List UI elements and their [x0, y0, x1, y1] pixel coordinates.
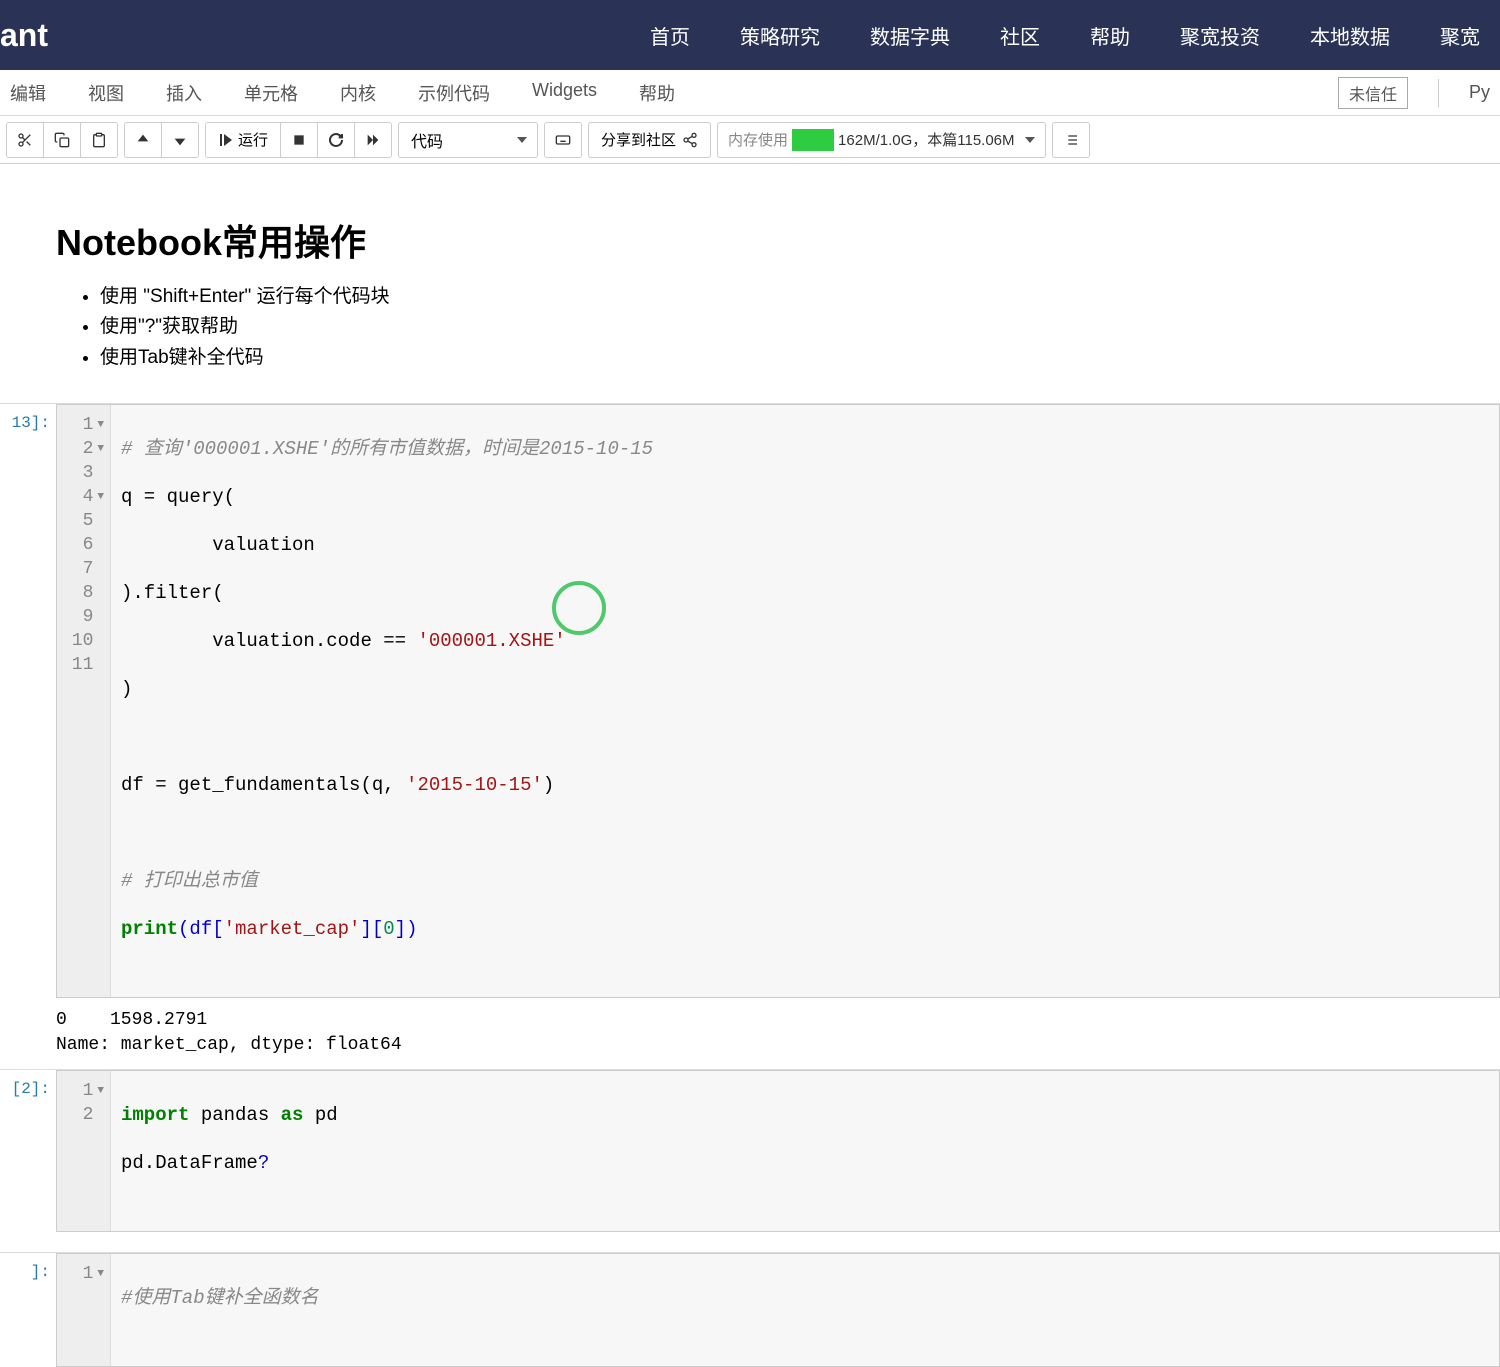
cell-output-1: 0 1598.2791 Name: market_cap, dtype: flo…	[0, 998, 1500, 1068]
nav-local-data[interactable]: 本地数据	[1310, 21, 1390, 50]
menu-bar: 编辑 视图 插入 单元格 内核 示例代码 Widgets 帮助 未信任 Py	[0, 70, 1500, 116]
menu-right: 未信任 Py	[1338, 77, 1490, 109]
run-all-button[interactable]	[355, 123, 391, 157]
code-area[interactable]: 1▼ 2▼ import pandas as pd pd.DataFrame?	[56, 1070, 1500, 1232]
code-area[interactable]: 1▼ 2▼ 3▼ 4▼ 5▼ 6▼ 7▼ 8▼ 9▼ 10▼ 11▼ # 查询'…	[56, 404, 1500, 998]
md-item-2: 使用"?"获取帮助	[100, 312, 1500, 342]
cell-type-select[interactable]: 代码	[398, 122, 538, 158]
toolbar: 运行 代码 分享到社区 内存使用 162M/1.0G，本篇115.06M	[0, 116, 1500, 164]
clipboard-group	[6, 122, 118, 158]
code-cell-3[interactable]: ]: 1▼ #使用Tab键补全函数名	[0, 1252, 1500, 1367]
share-label: 分享到社区	[601, 129, 676, 150]
code-content[interactable]: #使用Tab键补全函数名	[111, 1254, 1499, 1366]
run-label: 运行	[238, 129, 268, 150]
menu-help[interactable]: 帮助	[639, 80, 675, 106]
md-item-3: 使用Tab键补全代码	[100, 343, 1500, 373]
menu-edit[interactable]: 编辑	[10, 80, 46, 106]
paste-button[interactable]	[81, 123, 117, 157]
move-down-button[interactable]	[162, 123, 198, 157]
code-cell-1[interactable]: 13]: 1▼ 2▼ 3▼ 4▼ 5▼ 6▼ 7▼ 8▼ 9▼ 10▼ 11▼ …	[0, 403, 1500, 998]
cell-prompt: [2]:	[0, 1070, 56, 1232]
nav-strategy[interactable]: 策略研究	[740, 21, 820, 50]
line-gutter: 1▼ 2▼	[57, 1071, 111, 1231]
menu-examples[interactable]: 示例代码	[418, 80, 490, 106]
notebook-container: Notebook常用操作 使用 "Shift+Enter" 运行每个代码块 使用…	[0, 164, 1500, 1367]
move-group	[124, 122, 199, 158]
md-item-1: 使用 "Shift+Enter" 运行每个代码块	[100, 282, 1500, 312]
line-gutter: 1▼ 2▼ 3▼ 4▼ 5▼ 6▼ 7▼ 8▼ 9▼ 10▼ 11▼	[57, 405, 111, 997]
restart-button[interactable]	[318, 123, 355, 157]
cut-button[interactable]	[7, 123, 44, 157]
run-group: 运行	[205, 122, 392, 158]
mem-label: 内存使用	[728, 129, 788, 150]
menu-view[interactable]: 视图	[88, 80, 124, 106]
code-content[interactable]: # 查询'000001.XSHE'的所有市值数据，时间是2015-10-15 q…	[111, 405, 1499, 997]
kernel-indicator[interactable]: Py	[1469, 82, 1490, 103]
copy-button[interactable]	[44, 123, 81, 157]
top-navigation: ant 首页 策略研究 数据字典 社区 帮助 聚宽投资 本地数据 聚宽	[0, 0, 1500, 70]
line-gutter: 1▼	[57, 1254, 111, 1366]
mem-bar	[792, 129, 834, 151]
markdown-cell[interactable]: Notebook常用操作 使用 "Shift+Enter" 运行每个代码块 使用…	[0, 164, 1500, 403]
share-icon	[682, 132, 698, 148]
code-content[interactable]: import pandas as pd pd.DataFrame?	[111, 1071, 1499, 1231]
trust-button[interactable]: 未信任	[1338, 77, 1408, 109]
md-heading: Notebook常用操作	[56, 214, 1500, 266]
nav-help[interactable]: 帮助	[1090, 21, 1130, 50]
logo: ant	[0, 17, 48, 54]
kernel-divider	[1438, 79, 1439, 107]
md-list: 使用 "Shift+Enter" 运行每个代码块 使用"?"获取帮助 使用Tab…	[56, 282, 1500, 373]
menu-items: 编辑 视图 插入 单元格 内核 示例代码 Widgets 帮助	[10, 80, 675, 106]
nav-joinquant[interactable]: 聚宽	[1440, 21, 1480, 50]
nav-invest[interactable]: 聚宽投资	[1180, 21, 1260, 50]
menu-cell[interactable]: 单元格	[244, 80, 298, 106]
share-button[interactable]: 分享到社区	[588, 122, 711, 158]
command-palette-button[interactable]	[545, 123, 581, 157]
move-up-button[interactable]	[125, 123, 162, 157]
mem-text: 162M/1.0G，本篇115.06M	[838, 129, 1014, 150]
menu-kernel[interactable]: 内核	[340, 80, 376, 106]
cell-prompt: 13]:	[0, 404, 56, 998]
nav-home[interactable]: 首页	[650, 21, 690, 50]
cell-type-value: 代码	[411, 128, 443, 152]
code-cell-2[interactable]: [2]: 1▼ 2▼ import pandas as pd pd.DataFr…	[0, 1069, 1500, 1232]
menu-widgets[interactable]: Widgets	[532, 80, 597, 106]
code-area[interactable]: 1▼ #使用Tab键补全函数名	[56, 1253, 1500, 1367]
cell-prompt: ]:	[0, 1253, 56, 1367]
nav-data-dict[interactable]: 数据字典	[870, 21, 950, 50]
run-button[interactable]: 运行	[206, 123, 281, 157]
command-palette-group	[544, 122, 582, 158]
memory-usage[interactable]: 内存使用 162M/1.0G，本篇115.06M	[717, 122, 1046, 158]
stop-button[interactable]	[281, 123, 318, 157]
toc-button[interactable]	[1053, 123, 1089, 157]
nav-community[interactable]: 社区	[1000, 21, 1040, 50]
nav-links: 首页 策略研究 数据字典 社区 帮助 聚宽投资 本地数据 聚宽	[650, 21, 1500, 50]
menu-insert[interactable]: 插入	[166, 80, 202, 106]
toc-group	[1052, 122, 1090, 158]
